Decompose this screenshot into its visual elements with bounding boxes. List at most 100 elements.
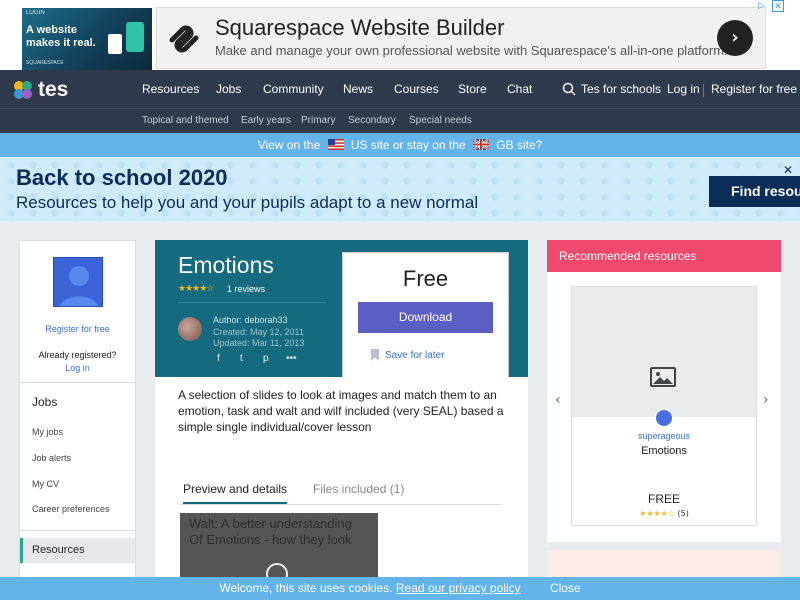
sidebar-item-career-preferences[interactable]: Career preferences [32, 504, 110, 514]
author-link[interactable]: Author: deborah33 [213, 315, 288, 325]
ad-subtitle: Make and manage your own professional we… [215, 43, 728, 58]
gb-flag-icon [472, 139, 489, 150]
recommended-heading: Recommended resources [547, 240, 781, 272]
updated-date: Updated: Mar 11, 2013 [213, 338, 305, 348]
ad-thumb-top: LOGIN [26, 10, 45, 16]
carousel-prev-icon[interactable]: ‹ [555, 392, 561, 408]
nav-resources[interactable]: Resources [142, 82, 199, 96]
user-placeholder-icon [60, 266, 98, 306]
header-divider [178, 302, 326, 303]
nav-login[interactable]: Log in [667, 82, 700, 96]
banner-subtitle: Resources to help you and your pupils ad… [16, 193, 479, 212]
recommended-rating: ★★★★☆ (5) [572, 509, 756, 518]
avatar [53, 257, 103, 307]
site-bar-text: View on the [257, 138, 321, 152]
download-button[interactable]: Download [358, 302, 493, 333]
nav-community[interactable]: Community [263, 82, 324, 96]
tes-logo-icon [14, 81, 32, 99]
already-registered-label: Already registered? [38, 350, 117, 360]
sidebar-item-my-cv[interactable]: My CV [32, 479, 59, 489]
tab-files-included[interactable]: Files included (1) [313, 482, 404, 496]
recommended-carousel: ‹ superageous Emotions FREE ★★★★☆ (5) › [547, 272, 781, 542]
image-icon-glyph [653, 372, 673, 384]
nav-chat[interactable]: Chat [507, 82, 532, 96]
recommended-author-avatar[interactable] [655, 409, 673, 427]
image-icon [650, 367, 676, 387]
subnav-secondary[interactable]: Secondary [348, 115, 396, 126]
tab-divider [180, 504, 502, 505]
recommended-card[interactable]: superageous Emotions FREE ★★★★☆ (5) [571, 286, 757, 526]
cookie-text: Welcome, this site uses cookies. [219, 581, 393, 595]
recommended-review-count: (5) [677, 509, 689, 518]
promo-banner[interactable]: Back to school 2020 Resources to help yo… [0, 157, 800, 221]
find-resources-button[interactable]: Find resources [709, 176, 800, 207]
tes-logo[interactable]: tes [12, 78, 68, 102]
recommended-author-link[interactable]: superageous [572, 431, 756, 441]
banner-close-icon[interactable]: ✕ [783, 163, 793, 177]
ad-title[interactable]: Squarespace Website Builder [215, 15, 504, 41]
ad-product-image [126, 22, 144, 52]
recommended-price: FREE [647, 492, 680, 506]
sidebar-item-label: Resources [32, 544, 85, 556]
sidebar-item-my-jobs[interactable]: My jobs [32, 427, 63, 437]
subnav-early-years[interactable]: Early years [241, 115, 291, 126]
price-label: Free [402, 266, 449, 291]
search-icon[interactable] [562, 82, 576, 96]
us-flag-icon [327, 139, 344, 150]
ad-card[interactable]: Squarespace Website Builder Make and man… [156, 7, 766, 69]
tab-preview-and-details[interactable]: Preview and details [183, 482, 288, 504]
recommended-image-placeholder [572, 287, 756, 417]
nav-store[interactable]: Store [458, 82, 487, 96]
nav-separator [703, 84, 704, 97]
nav-courses[interactable]: Courses [394, 82, 439, 96]
nav-jobs[interactable]: Jobs [216, 82, 241, 96]
twitter-icon[interactable]: t [240, 353, 243, 364]
sidebar-jobs-heading[interactable]: Jobs [32, 395, 57, 409]
sidebar-login-link[interactable]: Log in [20, 363, 135, 373]
facebook-icon[interactable]: f [217, 353, 220, 364]
carousel-next-icon[interactable]: › [763, 392, 769, 408]
sidebar-item-job-alerts[interactable]: Job alerts [32, 453, 71, 463]
sidebar-divider [20, 530, 135, 531]
ad-thumbnail[interactable]: LOGIN A website makes it real. SQUARESPA… [22, 8, 152, 70]
subnav-special-needs[interactable]: Special needs [409, 115, 472, 126]
nav-divider [0, 108, 800, 109]
bookmark-icon [371, 349, 379, 361]
ad-thumb-brand: SQUARESPACE [26, 60, 64, 66]
cookie-close-button[interactable]: Close [550, 581, 581, 595]
price-card: Free Download Save for later [342, 252, 509, 381]
banner-title: Back to school 2020 [16, 165, 228, 190]
resource-description: A selection of slides to look at images … [178, 388, 504, 434]
resource-title: Emotions [178, 252, 274, 278]
advertisement[interactable]: LOGIN A website makes it real. SQUARESPA… [0, 0, 800, 70]
us-site-link[interactable]: US site or stay on the [351, 138, 466, 152]
ad-thumb-text: A website makes it real. [26, 24, 96, 49]
save-for-later-button[interactable]: Save for later [371, 349, 445, 361]
author-avatar[interactable] [178, 317, 202, 341]
more-share-icon[interactable]: ••• [286, 353, 297, 364]
nav-news[interactable]: News [343, 82, 373, 96]
nav-tes-for-schools[interactable]: Tes for schools [581, 82, 661, 96]
rating-stars: ★★★★☆ [178, 284, 214, 294]
recommended-stars: ★★★★☆ [639, 509, 675, 518]
user-sidebar: Register for free Already registered? Lo… [19, 240, 136, 600]
privacy-policy-link[interactable]: Read our privacy policy [396, 581, 521, 595]
ad-product-image-2 [108, 34, 122, 54]
cookie-bar: Welcome, this site uses cookies. Read ou… [0, 577, 800, 600]
pinterest-icon[interactable]: p [263, 353, 269, 364]
subnav-topical[interactable]: Topical and themed [142, 115, 229, 126]
subnav-primary[interactable]: Primary [301, 115, 335, 126]
ad-choices-icon[interactable]: ▷ [758, 0, 765, 11]
sidebar-item-resources[interactable]: Resources [20, 538, 135, 563]
gb-site-link[interactable]: GB site? [496, 138, 542, 152]
sidebar-divider [20, 382, 135, 383]
squarespace-logo-icon [169, 25, 199, 53]
created-date: Created: May 12, 2011 [213, 327, 304, 337]
reviews-link[interactable]: 1 reviews [227, 284, 265, 294]
ad-arrow-button[interactable]: › [717, 20, 753, 56]
nav-register[interactable]: Register for free [711, 82, 797, 96]
save-label: Save for later [385, 350, 445, 361]
sidebar-register-link[interactable]: Register for free [20, 324, 135, 334]
recommended-title[interactable]: Emotions [572, 445, 756, 457]
ad-close-icon[interactable]: ✕ [772, 0, 784, 12]
